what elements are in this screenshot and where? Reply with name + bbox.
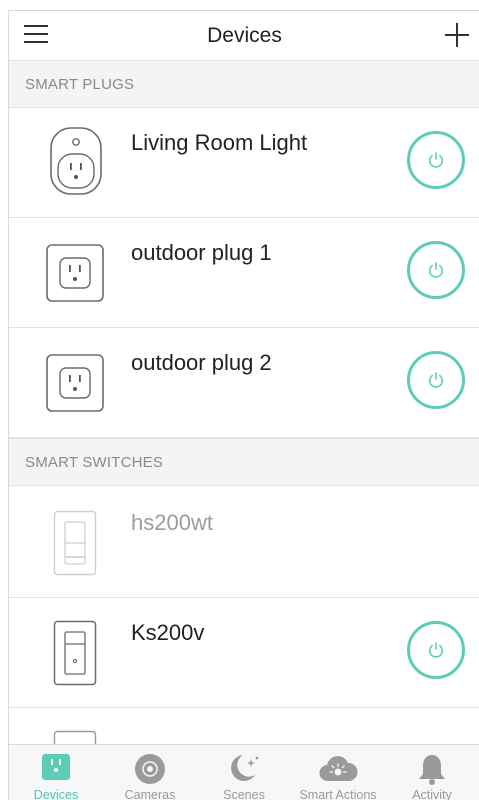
device-row[interactable]: outdoor plug 1: [9, 218, 479, 328]
device-row[interactable]: Ks200v: [9, 598, 479, 708]
tab-cameras[interactable]: Cameras: [103, 745, 197, 800]
tab-label: Cameras: [124, 788, 176, 800]
top-bar: Devices: [9, 11, 479, 60]
device-name: hs200wt: [131, 510, 213, 535]
cloud-sun-icon: [319, 756, 358, 782]
power-icon: [428, 152, 444, 168]
tab-activity[interactable]: Activity: [385, 745, 479, 800]
power-toggle-button[interactable]: [407, 131, 465, 189]
section-header-smart-plugs: SMART PLUGS: [9, 60, 479, 108]
camera-icon: [135, 754, 165, 784]
add-device-icon[interactable]: [445, 23, 469, 47]
tab-label: Activity: [412, 788, 452, 800]
section-header-smart-switches: SMART SWITCHES: [9, 438, 479, 486]
moon-stars-icon: [231, 755, 259, 781]
device-row[interactable]: hs200wt: [9, 488, 479, 598]
device-name: Living Room Light: [131, 130, 308, 155]
power-toggle-button[interactable]: [407, 621, 465, 679]
power-icon: [428, 262, 444, 278]
bell-icon: [419, 755, 445, 785]
section-label: SMART SWITCHES: [25, 454, 164, 471]
page-title: Devices: [207, 24, 282, 47]
tab-devices[interactable]: Devices: [9, 745, 103, 800]
outdoor-plug-icon: [46, 354, 104, 412]
device-name: outdoor plug 1: [131, 240, 272, 265]
tab-scenes[interactable]: Scenes: [197, 745, 291, 800]
power-icon: [428, 642, 444, 658]
power-icon: [428, 372, 444, 388]
device-row[interactable]: Living Room Light: [9, 108, 479, 218]
power-toggle-button[interactable]: [407, 351, 465, 409]
app-window: Devices SMART PLUGS Living Room Light ou…: [8, 10, 479, 800]
wall-switch-icon: [53, 510, 97, 576]
plug-icon: [42, 754, 70, 780]
tab-smart-actions[interactable]: Smart Actions: [291, 745, 385, 800]
smart-plug-icon: [50, 127, 102, 195]
bottom-tab-bar: Devices Cameras Scenes Smart Actions Act…: [9, 744, 479, 800]
device-name: Ks200v: [131, 620, 205, 645]
wall-switch-icon: [53, 620, 97, 686]
tab-label: Scenes: [223, 788, 265, 800]
tab-label: Devices: [33, 788, 79, 800]
device-row[interactable]: outdoor plug 2: [9, 328, 479, 438]
power-toggle-button[interactable]: [407, 241, 465, 299]
outdoor-plug-icon: [46, 244, 104, 302]
section-label: SMART PLUGS: [25, 76, 135, 93]
tab-label: Smart Actions: [299, 788, 377, 800]
device-name: outdoor plug 2: [131, 350, 272, 375]
